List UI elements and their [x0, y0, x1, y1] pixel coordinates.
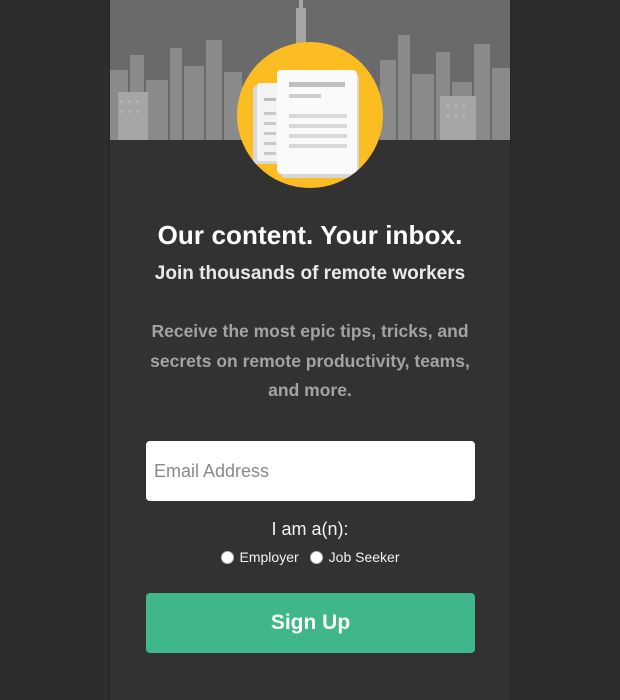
- job-seeker-option[interactable]: Job Seeker: [309, 549, 400, 565]
- job-seeker-label: Job Seeker: [328, 549, 400, 565]
- description: Receive the most epic tips, tricks, and …: [150, 321, 470, 400]
- documents-icon: [237, 42, 383, 188]
- page-title: Our content. Your inbox.: [157, 220, 463, 250]
- sign-up-button[interactable]: Sign Up: [146, 593, 475, 653]
- newsletter-panel: Our content. Your inbox. Join thousands …: [110, 0, 510, 700]
- job-seeker-radio[interactable]: [309, 550, 323, 564]
- role-label: I am a(n):: [271, 519, 349, 539]
- employer-label: Employer: [239, 549, 299, 565]
- page: Our content. Your inbox. Join thousands …: [0, 0, 620, 700]
- email-input[interactable]: [146, 441, 475, 501]
- role-radio-group: Employer Job Seeker: [110, 549, 510, 565]
- left-margin: [0, 0, 110, 700]
- employer-radio[interactable]: [220, 550, 234, 564]
- employer-option[interactable]: Employer: [220, 549, 299, 565]
- right-margin: [510, 0, 620, 700]
- subtitle: Join thousands of remote workers: [154, 263, 466, 284]
